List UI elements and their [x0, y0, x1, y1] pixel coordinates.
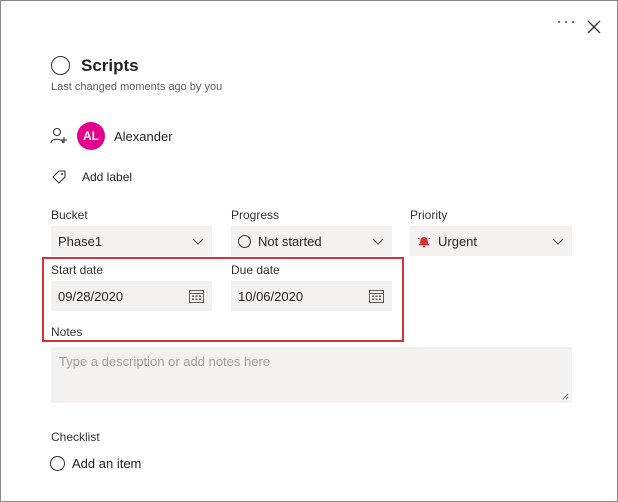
due-date-value: 10/06/2020 [238, 288, 304, 304]
start-date-label: Start date [51, 263, 104, 277]
bucket-select[interactable]: Phase1 [51, 226, 212, 256]
complete-task-checkbox[interactable] [51, 56, 70, 75]
last-changed-text: Last changed moments ago by you [51, 81, 223, 93]
notes-label: Notes [51, 325, 83, 339]
due-date-picker[interactable]: 10/06/2020 [231, 281, 392, 311]
resize-handle-icon[interactable] [562, 393, 569, 400]
assignee-name[interactable]: Alexander [114, 129, 173, 144]
chevron-down-icon [552, 238, 564, 245]
avatar-initials: AL [83, 129, 99, 143]
notes-placeholder: Type a description or add notes here [59, 354, 271, 369]
priority-select[interactable]: Urgent [410, 226, 572, 256]
calendar-icon[interactable] [189, 289, 204, 303]
more-options-button[interactable]: ··· [556, 12, 577, 30]
add-item-circle-icon[interactable] [50, 456, 65, 471]
not-started-icon [238, 234, 251, 248]
add-label-button[interactable]: Add label [82, 170, 132, 184]
progress-value: Not started [258, 233, 322, 249]
urgent-bell-icon [417, 237, 431, 248]
assign-person-icon[interactable] [50, 127, 68, 145]
chevron-down-icon [372, 238, 384, 245]
add-checklist-item-input[interactable]: Add an item [72, 456, 141, 471]
bucket-label: Bucket [51, 208, 88, 222]
start-date-value: 09/28/2020 [58, 288, 124, 304]
progress-select[interactable]: Not started [231, 226, 392, 256]
progress-label: Progress [231, 208, 280, 222]
calendar-icon[interactable] [369, 289, 384, 303]
bucket-value: Phase1 [58, 233, 103, 249]
avatar[interactable]: AL [77, 122, 105, 150]
task-details-dialog: ··· Scripts Last changed moments ago by … [0, 0, 618, 502]
tag-icon[interactable] [51, 169, 67, 185]
priority-value: Urgent [438, 233, 478, 249]
due-date-label: Due date [231, 263, 280, 277]
chevron-down-icon [192, 238, 204, 245]
notes-textarea[interactable]: Type a description or add notes here [51, 347, 572, 403]
priority-label: Priority [410, 208, 448, 222]
close-icon[interactable] [586, 19, 602, 35]
start-date-picker[interactable]: 09/28/2020 [51, 281, 212, 311]
task-title[interactable]: Scripts [81, 56, 139, 76]
checklist-label: Checklist [51, 430, 100, 444]
